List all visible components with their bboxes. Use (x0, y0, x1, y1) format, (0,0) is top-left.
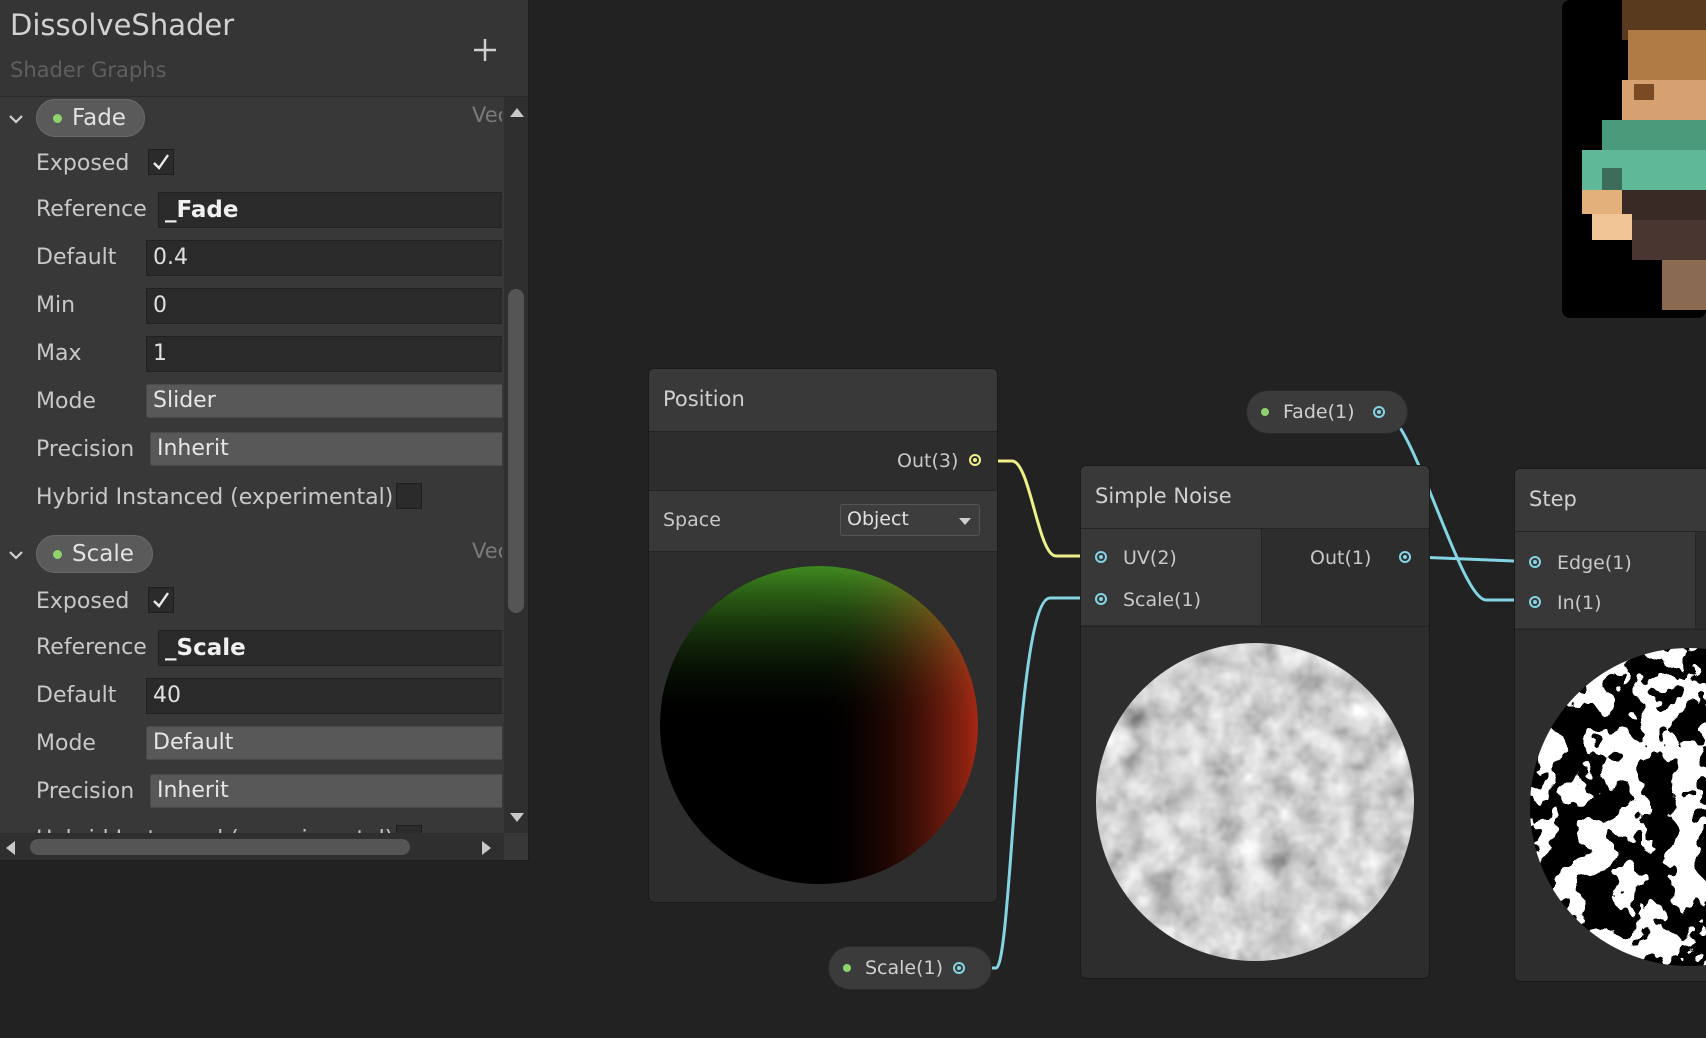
output-port-out[interactable] (1399, 551, 1411, 563)
input-ports: UV(2) Scale(1) (1081, 529, 1262, 625)
input-port-scale[interactable] (1095, 593, 1107, 605)
input-port-edge[interactable] (1529, 556, 1541, 568)
step-node[interactable]: Step Edge(1) In(1) (1514, 468, 1706, 982)
noise-preview (1096, 643, 1414, 961)
position-preview (660, 566, 978, 884)
node-title: Simple Noise (1095, 484, 1232, 508)
node-title: Step (1529, 487, 1577, 511)
space-dropdown-value: Object (847, 508, 909, 530)
wire-noise-to-edge (1415, 555, 1515, 563)
space-dropdown[interactable]: Object (840, 504, 980, 536)
output-ports: Out(3) (649, 432, 997, 491)
output-ports: Out(1) (1262, 529, 1429, 625)
output-port-out[interactable] (969, 454, 981, 466)
port-label-edge: Edge(1) (1557, 552, 1632, 574)
space-label: Space (663, 509, 721, 531)
scale-property-label: Scale(1) (865, 957, 944, 979)
fade-property-label: Fade(1) (1283, 401, 1355, 423)
dropdown-arrow-icon (959, 518, 971, 525)
scale-output-port[interactable] (953, 962, 965, 974)
node-title-bar[interactable]: Position (649, 369, 997, 432)
simple-noise-node[interactable]: Simple Noise UV(2) Scale(1) Out(1) (1080, 465, 1430, 979)
divider (1081, 626, 1429, 627)
node-title-bar[interactable]: Simple Noise (1081, 466, 1429, 529)
input-ports: Edge(1) In(1) (1515, 532, 1696, 628)
node-title: Position (663, 387, 745, 411)
step-preview (1530, 648, 1706, 966)
input-port-in[interactable] (1529, 596, 1541, 608)
position-node[interactable]: Position Out(3) Space (648, 368, 998, 903)
main-preview-sprite (1562, 0, 1706, 318)
port-label-out: Out(3) (897, 450, 959, 472)
property-dot-icon (843, 964, 851, 972)
scale-property-node[interactable]: Scale(1) (828, 946, 992, 990)
fade-output-port[interactable] (1373, 406, 1385, 418)
node-title-bar[interactable]: Step (1515, 469, 1706, 532)
property-dot-icon (1261, 408, 1269, 416)
port-label-in: In(1) (1557, 592, 1602, 614)
port-label-uv: UV(2) (1123, 547, 1177, 569)
port-label-out: Out(1) (1310, 547, 1372, 569)
fade-property-node[interactable]: Fade(1) (1246, 390, 1408, 434)
port-label-scale: Scale(1) (1123, 589, 1202, 611)
divider (1515, 629, 1706, 630)
input-port-uv[interactable] (1095, 551, 1107, 563)
